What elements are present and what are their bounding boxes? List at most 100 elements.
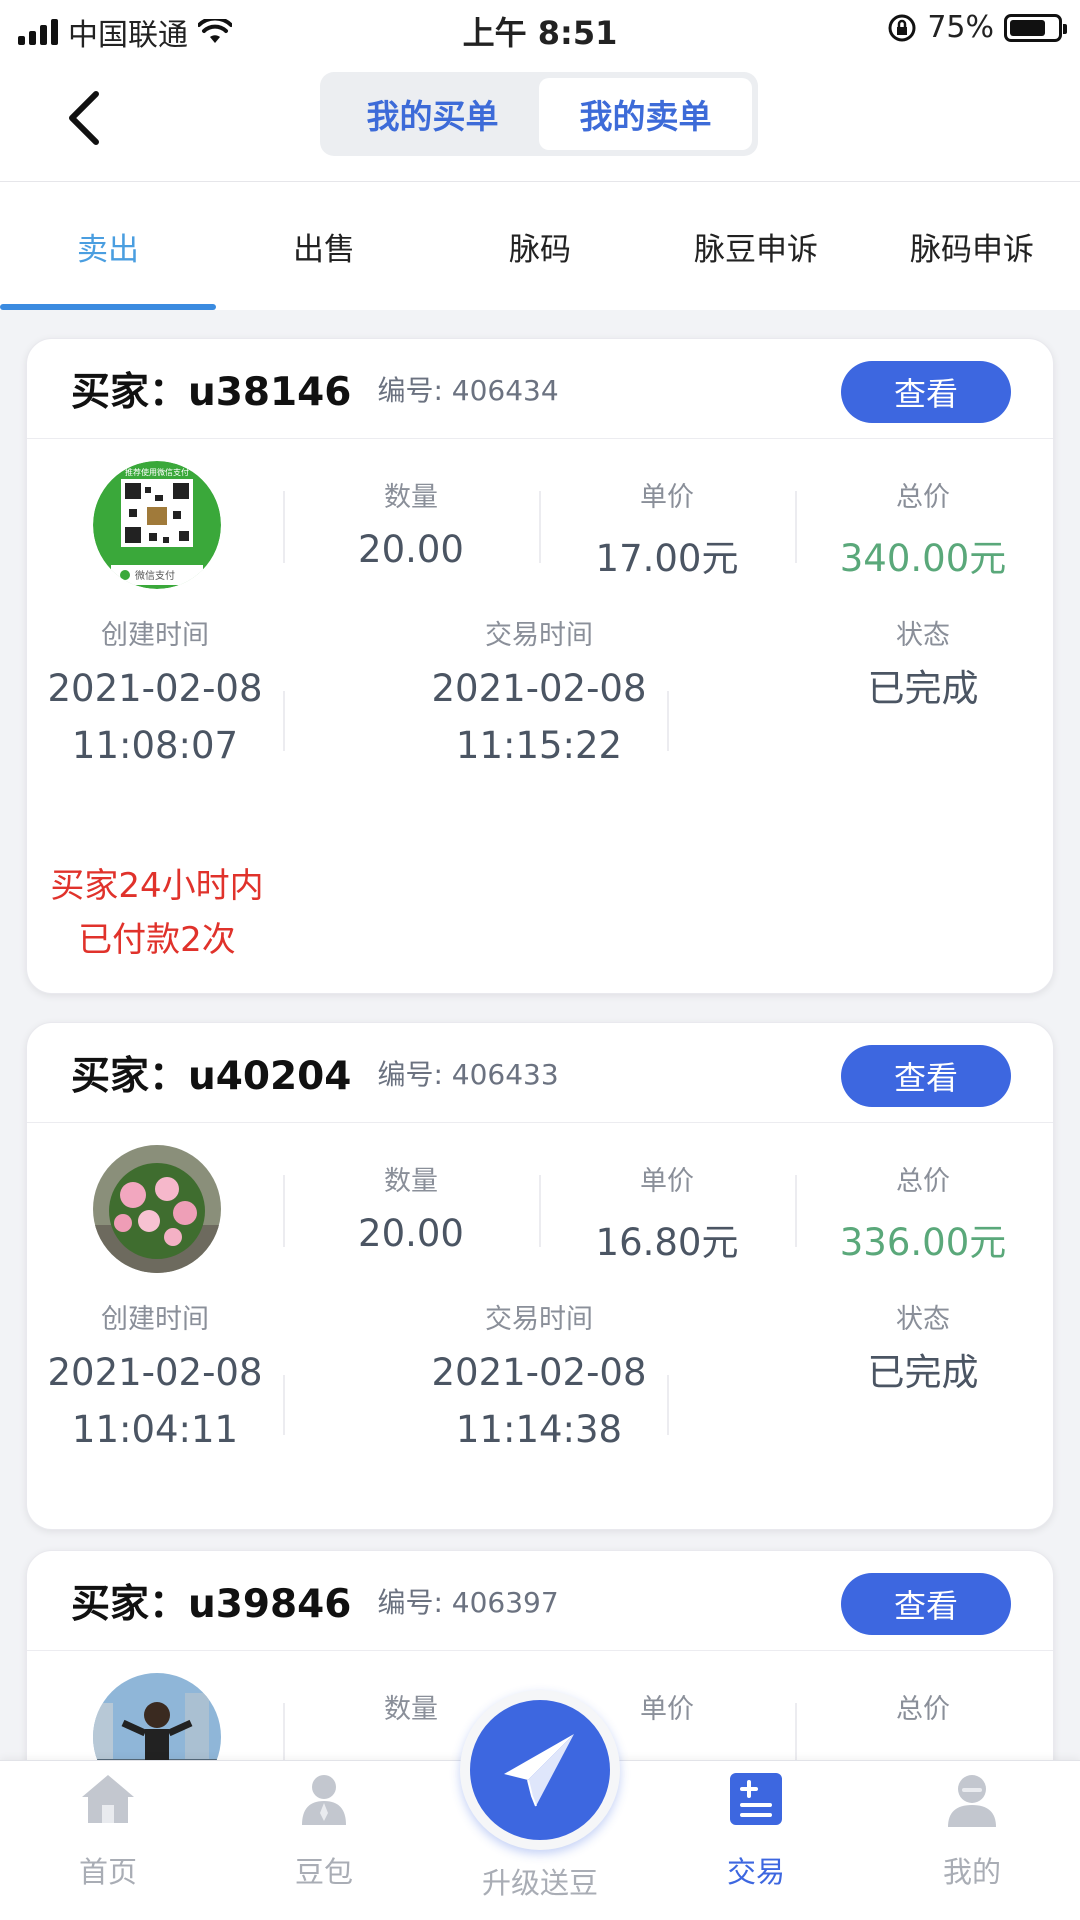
nav-trade[interactable]: 交易 <box>648 1761 864 1920</box>
trade-time-cell: 交易时间 2021-02-08 11:15:22 <box>411 613 667 774</box>
total-cell: 总价 340.00元 <box>795 475 1051 582</box>
unit-price-value: 17.00元 <box>595 537 739 580</box>
quantity-cell: 数量 20.00 <box>283 475 539 571</box>
order-number: 编号: 406433 <box>377 1057 559 1091</box>
back-arrow-icon[interactable] <box>58 86 118 150</box>
total-value: 340.00元 <box>839 537 1007 580</box>
order-card: 买家：u40204 编号: 406433 查看 数量 20.00 单价 16.8… <box>26 1022 1054 1530</box>
avatar: 推荐使用微信支付 微信支付 <box>93 461 221 589</box>
created-time-label: 创建时间 <box>101 620 209 651</box>
tab-my-sell-orders[interactable]: 我的卖单 <box>539 78 752 150</box>
tab-for-sale[interactable]: 出售 <box>216 182 432 310</box>
order-type-switch: 我的买单 我的卖单 <box>320 72 758 156</box>
quantity-value: 20.00 <box>358 1212 464 1255</box>
nav-doubao[interactable]: 豆包 <box>216 1761 432 1920</box>
quantity-value: 20.00 <box>358 528 464 571</box>
status-value: 已完成 <box>867 1351 979 1394</box>
created-date-value: 2021-02-08 <box>47 1351 263 1394</box>
order-number: 编号: 406434 <box>377 373 559 407</box>
unit-price-label: 单价 <box>640 1166 694 1197</box>
unit-price-cell: 单价 17.00元 <box>539 475 795 582</box>
status-cell: 状态 已完成 <box>795 1297 1051 1401</box>
divider <box>283 691 285 751</box>
created-time-cell: 创建时间 2021-02-08 11:04:11 <box>27 1297 283 1458</box>
wechat-qr-image: 推荐使用微信支付 微信支付 <box>93 461 221 589</box>
home-icon <box>82 1775 134 1823</box>
user-bag-icon <box>302 1775 346 1825</box>
buyer-name: 买家：u38146 <box>71 369 352 415</box>
paper-plane-icon <box>504 1734 574 1807</box>
price-row: 推荐使用微信支付 微信支付 数量 20.00 单价 17.00元 总价 340.… <box>27 439 1053 609</box>
price-row: 数量 20.00 单价 16.80元 总价 336.00元 <box>27 1123 1053 1293</box>
quantity-cell: 数量 20.00 <box>283 1159 539 1255</box>
trade-date-value: 2021-02-08 <box>431 1351 647 1394</box>
quantity-label: 数量 <box>384 482 438 513</box>
total-cell: 总价 <box>795 1687 1051 1726</box>
trade-time-value: 11:15:22 <box>455 724 623 767</box>
order-number: 编号: 406397 <box>377 1585 559 1619</box>
upgrade-bonus-button[interactable] <box>460 1690 620 1850</box>
status-value: 已完成 <box>867 667 979 710</box>
trade-time-label: 交易时间 <box>485 620 593 651</box>
time-row: 创建时间 2021-02-08 11:04:11 交易时间 2021-02-08… <box>27 1293 1053 1493</box>
unit-price-label: 单价 <box>640 482 694 513</box>
view-button[interactable]: 查看 <box>841 361 1011 423</box>
active-tab-indicator <box>0 304 216 310</box>
nav-home[interactable]: 首页 <box>0 1761 216 1920</box>
quantity-label: 数量 <box>384 1166 438 1197</box>
status-cell: 状态 已完成 <box>795 613 1051 717</box>
tab-pulse-code[interactable]: 脉码 <box>432 182 648 310</box>
tab-bean-appeal[interactable]: 脉豆申诉 <box>648 182 864 310</box>
upgrade-bonus-label: 升级送豆 <box>481 1866 598 1900</box>
rotation-lock-icon <box>888 14 916 41</box>
warning-line: 买家24小时内 <box>50 866 264 906</box>
trade-date-value: 2021-02-08 <box>431 667 647 710</box>
qr-caption-text: 微信支付 <box>135 569 175 582</box>
created-time-label: 创建时间 <box>101 1304 209 1335</box>
nav-mine[interactable]: 我的 <box>864 1761 1080 1920</box>
qr-header-text: 推荐使用微信支付 <box>125 467 189 477</box>
warning-line: 已付款2次 <box>78 920 236 960</box>
tab-code-appeal[interactable]: 脉码申诉 <box>864 182 1080 310</box>
created-time-cell: 创建时间 2021-02-08 11:08:07 <box>27 613 283 774</box>
total-label: 总价 <box>896 482 950 513</box>
view-button[interactable]: 查看 <box>841 1045 1011 1107</box>
header: 我的买单 我的卖单 <box>0 56 1080 182</box>
created-date-value: 2021-02-08 <box>47 667 263 710</box>
nav-trade-label: 交易 <box>726 1855 785 1889</box>
view-button[interactable]: 查看 <box>841 1573 1011 1635</box>
battery-icon <box>1004 13 1067 42</box>
divider <box>667 1375 669 1435</box>
card-header: 买家：u40204 编号: 406433 查看 <box>27 1023 1053 1123</box>
buyer-name: 买家：u40204 <box>71 1053 352 1099</box>
tab-my-buy-orders[interactable]: 我的买单 <box>326 78 539 150</box>
status-right: 75% <box>887 10 1067 45</box>
trade-time-cell: 交易时间 2021-02-08 11:14:38 <box>411 1297 667 1458</box>
status-label: 状态 <box>896 1304 950 1335</box>
card-header: 买家：u38146 编号: 406434 查看 <box>27 339 1053 439</box>
unit-price-cell: 单价 16.80元 <box>539 1159 795 1266</box>
created-time-value: 11:04:11 <box>71 1408 239 1451</box>
nav-mine-label: 我的 <box>942 1855 1001 1889</box>
divider <box>667 691 669 751</box>
avatar <box>93 1145 221 1273</box>
tab-sell-out[interactable]: 卖出 <box>0 182 216 310</box>
nav-home-label: 首页 <box>78 1855 137 1889</box>
total-value: 336.00元 <box>839 1221 1007 1264</box>
trade-icon <box>730 1773 782 1825</box>
created-time-value: 11:08:07 <box>71 724 239 767</box>
trade-time-label: 交易时间 <box>485 1304 593 1335</box>
total-label: 总价 <box>896 1166 950 1197</box>
status-label: 状态 <box>896 620 950 651</box>
nav-doubao-label: 豆包 <box>294 1855 353 1889</box>
status-bar: 中国联通 上午 8:51 75% <box>0 0 1080 56</box>
trade-time-value: 11:14:38 <box>455 1408 623 1451</box>
total-label: 总价 <box>896 1694 950 1725</box>
unit-price-value: 16.80元 <box>595 1221 739 1264</box>
roses-photo <box>93 1145 221 1273</box>
category-tabs: 卖出 出售 脉码 脉豆申诉 脉码申诉 <box>0 182 1080 310</box>
total-cell: 总价 336.00元 <box>795 1159 1051 1266</box>
time-row: 创建时间 2021-02-08 11:08:07 交易时间 2021-02-08… <box>27 609 1053 809</box>
profile-icon <box>948 1775 996 1827</box>
divider <box>283 1375 285 1435</box>
